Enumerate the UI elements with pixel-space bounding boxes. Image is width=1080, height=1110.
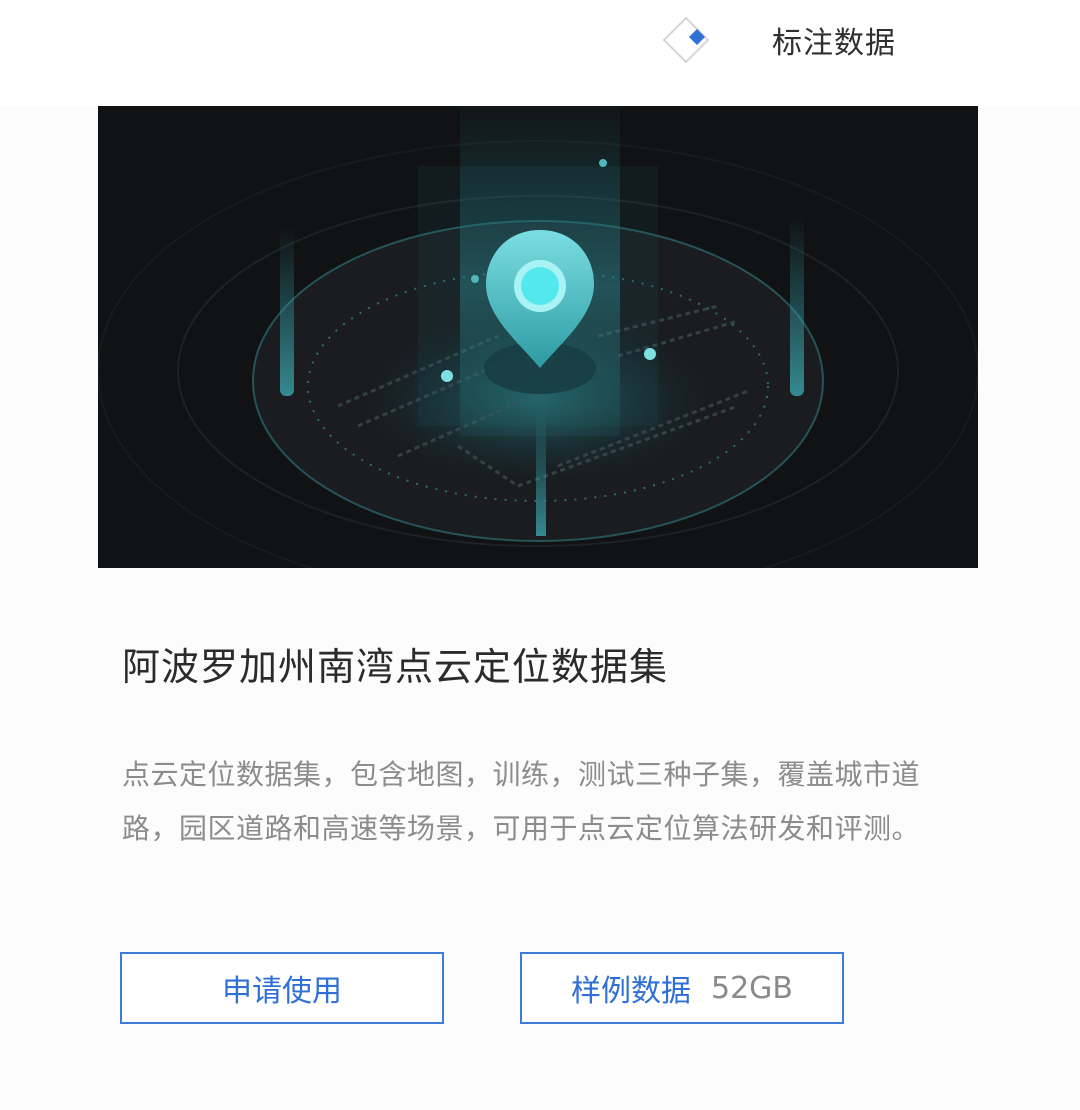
diamond-icon — [662, 16, 710, 64]
dataset-card: 阿波罗加州南湾点云定位数据集 点云定位数据集，包含地图，训练，测试三种子集，覆盖… — [0, 106, 1080, 1110]
hero-image — [98, 106, 978, 568]
annotated-data-label[interactable]: 标注数据 — [772, 18, 896, 62]
dataset-description: 点云定位数据集，包含地图，训练，测试三种子集，覆盖城市道路，园区道路和高速等场景… — [122, 758, 921, 845]
sample-data-size: 52GB — [710, 970, 793, 1006]
apply-button-label: 申请使用 — [222, 974, 342, 1009]
sample-data-button[interactable]: 样例数据 52GB — [520, 952, 844, 1024]
top-bar: 标注数据 — [0, 0, 1080, 106]
dataset-title: 阿波罗加州南湾点云定位数据集 — [122, 645, 669, 689]
sample-data-label: 样例数据 — [570, 974, 691, 1009]
apply-button[interactable]: 申请使用 — [120, 952, 444, 1024]
